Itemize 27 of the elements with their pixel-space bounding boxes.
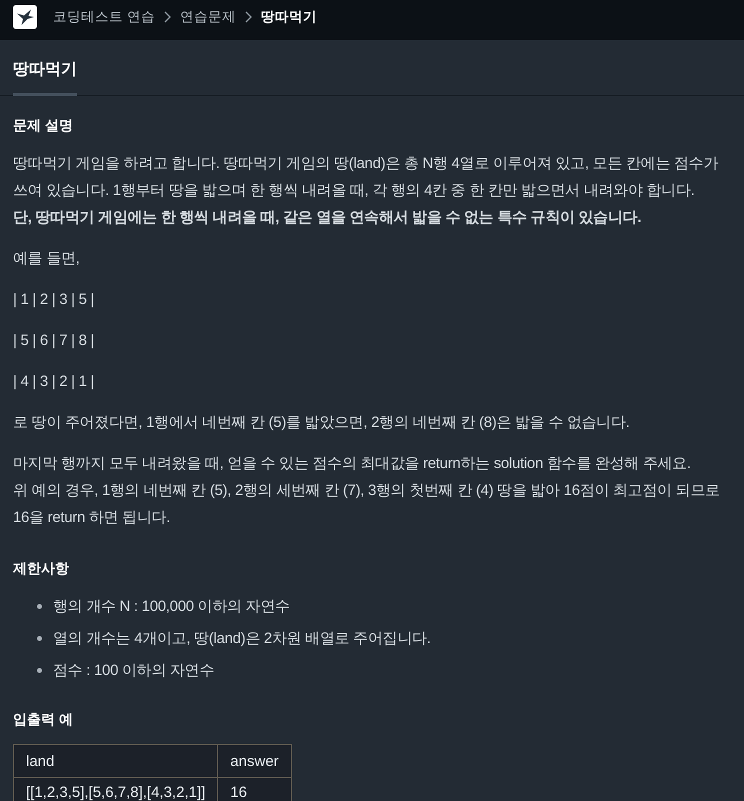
table-header-cell: answer [218,744,292,778]
paragraph: 마지막 행까지 모두 내려왔을 때, 얻을 수 있는 점수의 최대값을 return하는 solution 함수를 완성해 주세요. 위 예의 경우, 1행의 네번째 칸 (5), 2행의 세번째 칸 (7), 3행의 첫번째 칸 (4) 땅을 밟아 16점이 최고점이 되므로 16을 return 하면 됩니다. [13,454,721,528]
paragraph: 땅따먹기 게임을 하려고 합니다. 땅따먹기 게임의 땅(land)은 총 N행 4열로 이루어져 있고, 모든 칸에는 점수가 쓰여 있습니다. 1행부터 땅을 밟으며 한 행씩 내려올 때, 각 행의 4칸 중 한 칸만 밟으면서 내려와야 합니다. 단, 땅따먹기 게임에는 한 행씩 내려올 때, 같은 열을 연속해서 밟을 수 없는 특수 규칙이 있습니다. [13,154,720,228]
paragraph: 로 땅이 주어졌다면, 1행에서 네번째 칸 (5)를 밟았으면, 2행의 네번째 칸 (8)은 밟을 수 없습니다. [13,413,630,433]
bullet-icon [37,604,42,609]
section-heading: 문제 설명 [13,116,73,135]
paragraph: | 5 | 6 | 7 | 8 | [13,331,94,351]
list-item-text: 행의 개수 N : 100,000 이하의 자연수 [53,597,290,617]
paragraph: | 4 | 3 | 2 | 1 | [13,372,94,392]
list-item-text: 열의 개수는 4개이고, 땅(land)은 2차원 배열로 주어집니다. [53,629,431,649]
paragraph: 예를 들면, [13,249,80,269]
bullet-icon [37,636,42,641]
chevron-right-icon [164,11,171,23]
bullet-icon [37,668,42,673]
breadcrumb-link[interactable]: 연습문제 [180,8,236,26]
chevron-right-icon [244,11,252,23]
breadcrumb-link[interactable]: 땅따먹기 [260,8,317,26]
section-heading: 입출력 예 [13,710,73,729]
list-item-text: 점수 : 100 이하의 자연수 [53,661,214,681]
bird-logo-icon[interactable] [13,5,37,29]
table-header-cell: land [14,744,218,778]
table-cell: 16 [218,778,292,801]
section-heading: 제한사항 [13,559,69,578]
breadcrumb-link[interactable]: 코딩테스트 연습 [53,8,155,26]
paragraph: | 1 | 2 | 3 | 5 | [13,290,94,310]
table-cell: [[1,2,3,5],[5,6,7,8],[4,3,2,1]] [14,778,218,801]
tab[interactable]: 땅따먹기 [13,40,77,96]
